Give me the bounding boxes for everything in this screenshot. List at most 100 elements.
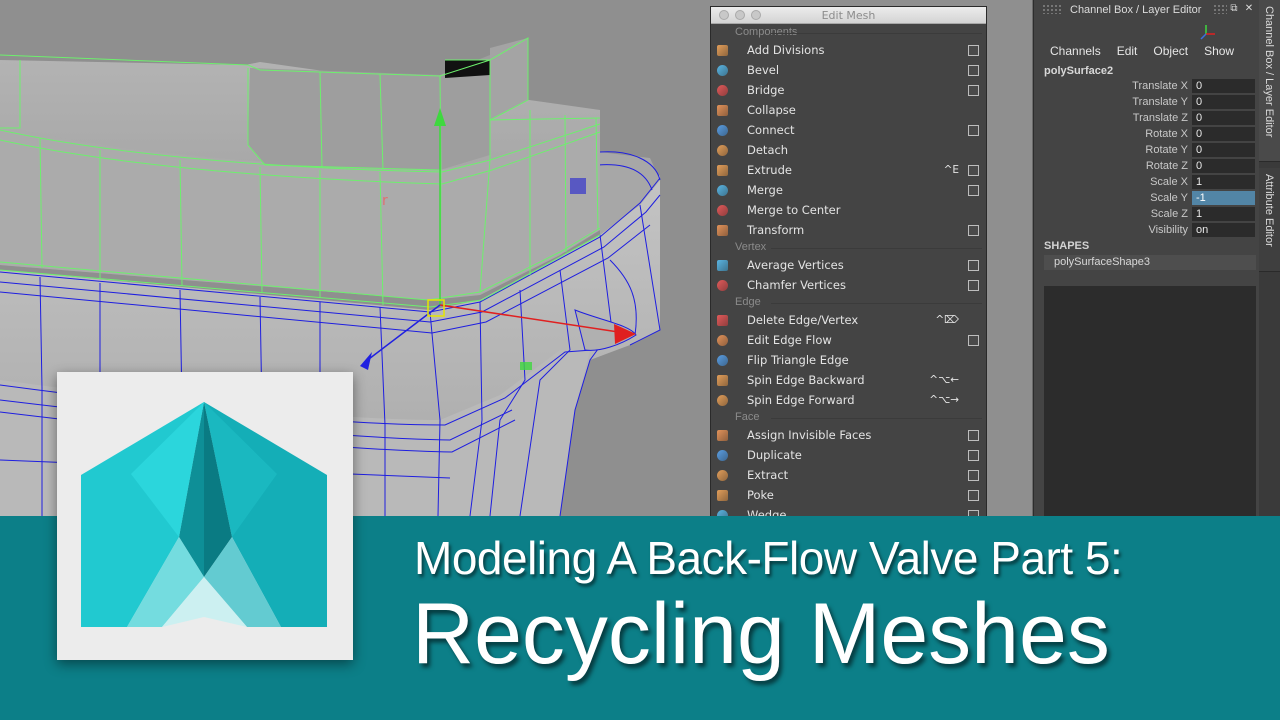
menu-item-extract[interactable]: Extract [711,465,986,485]
edit-mesh-titlebar[interactable]: Edit Mesh [711,7,986,24]
attribute-label: Translate Z [1132,112,1188,124]
menu-item-bridge[interactable]: Bridge [711,80,986,100]
layer-editor-area[interactable] [1044,286,1256,518]
float-panel-icon[interactable]: ⧉ [1228,3,1240,15]
attribute-row-rotate-y[interactable]: Rotate Y 0 [1034,143,1256,158]
menu-item-add-divisions[interactable]: Add Divisions [711,40,986,60]
menu-item-poke[interactable]: Poke [711,485,986,505]
add-divisions-icon [717,45,728,56]
attribute-label: Translate X [1132,80,1188,92]
menu-item-extrude[interactable]: Extrude ^E [711,160,986,180]
menu-item-merge[interactable]: Merge [711,180,986,200]
menu-item-connect[interactable]: Connect [711,120,986,140]
menu-show[interactable]: Show [1204,44,1234,58]
menu-item-label: Collapse [747,103,796,117]
option-box[interactable] [968,185,979,196]
attribute-value-field[interactable]: -1 [1192,191,1255,205]
menu-item-label: Poke [747,488,774,502]
menu-item-label: Average Vertices [747,258,844,272]
menu-item-label: Merge [747,183,783,197]
section-header: Components [711,25,986,40]
attribute-label: Rotate Y [1145,144,1188,156]
menu-item-edit-edge-flow[interactable]: Edit Edge Flow [711,330,986,350]
menu-item-spin-edge-forward[interactable]: Spin Edge Forward ^⌥→ [711,390,986,410]
svg-text:r: r [382,193,388,209]
menu-item-delete-edge-vertex[interactable]: Delete Edge/Vertex ^⌦ [711,310,986,330]
attribute-row-scale-y[interactable]: Scale Y -1 [1034,191,1256,206]
menu-item-label: Detach [747,143,789,157]
option-box[interactable] [968,430,979,441]
attribute-row-rotate-z[interactable]: Rotate Z 0 [1034,159,1256,174]
panel-grip-handle-right[interactable] [1213,4,1227,14]
attribute-value-field[interactable]: 0 [1192,95,1255,109]
attribute-value-field[interactable]: 0 [1192,111,1255,125]
menu-item-spin-edge-backward[interactable]: Spin Edge Backward ^⌥← [711,370,986,390]
transform-icon [717,225,728,236]
menu-item-detach[interactable]: Detach [711,140,986,160]
attribute-row-scale-z[interactable]: Scale Z 1 [1034,207,1256,222]
object-name[interactable]: polySurface2 [1044,65,1113,77]
option-box[interactable] [968,470,979,481]
tab-attribute-editor[interactable]: Attribute Editor [1259,168,1280,272]
attribute-row-visibility[interactable]: Visibility on [1034,223,1256,238]
menu-item-label: Chamfer Vertices [747,278,846,292]
menu-item-bevel[interactable]: Bevel [711,60,986,80]
menu-channels[interactable]: Channels [1050,44,1101,58]
option-box[interactable] [968,65,979,76]
tab-channel-box-label: Channel Box / Layer Editor [1263,6,1275,138]
attribute-value-field[interactable]: 0 [1192,143,1255,157]
option-box[interactable] [968,450,979,461]
attribute-row-translate-x[interactable]: Translate X 0 [1034,79,1256,94]
menu-item-chamfer-vertices[interactable]: Chamfer Vertices [711,275,986,295]
side-tab-bar: Channel Box / Layer Editor Attribute Edi… [1259,0,1280,516]
attribute-value-field[interactable]: 1 [1192,207,1255,221]
shape-name[interactable]: polySurfaceShape3 [1044,255,1256,270]
selected-mesh [0,37,601,308]
attribute-row-scale-x[interactable]: Scale X 1 [1034,175,1256,190]
delete-edge-vertex-icon [717,315,728,326]
banner-subtitle: Recycling Meshes [412,586,1110,682]
menu-item-merge-to-center[interactable]: Merge to Center [711,200,986,220]
option-box[interactable] [968,490,979,501]
option-box[interactable] [968,225,979,236]
menu-item-flip-triangle-edge[interactable]: Flip Triangle Edge [711,350,986,370]
option-box[interactable] [968,280,979,291]
menu-item-average-vertices[interactable]: Average Vertices [711,255,986,275]
menu-item-duplicate[interactable]: Duplicate [711,445,986,465]
connect-icon [717,125,728,136]
menu-item-collapse[interactable]: Collapse [711,100,986,120]
attribute-value-field[interactable]: 1 [1192,175,1255,189]
menu-object[interactable]: Object [1153,44,1188,58]
section-header: Vertex [711,240,986,255]
tab-channel-box-layer-editor[interactable]: Channel Box / Layer Editor [1259,0,1280,162]
attribute-row-translate-y[interactable]: Translate Y 0 [1034,95,1256,110]
close-icon[interactable]: ✕ [1243,3,1255,15]
merge-to-center-icon [717,205,728,216]
shortcut-label: ^⌦ [935,314,959,326]
axis-orientation-icon[interactable] [1200,22,1222,42]
attribute-value-field[interactable]: 0 [1192,79,1255,93]
attribute-value-field[interactable]: 0 [1192,159,1255,173]
attribute-row-rotate-x[interactable]: Rotate X 0 [1034,127,1256,142]
menu-item-assign-invisible-faces[interactable]: Assign Invisible Faces [711,425,986,445]
option-box[interactable] [968,260,979,271]
option-box[interactable] [968,335,979,346]
attribute-row-translate-z[interactable]: Translate Z 0 [1034,111,1256,126]
option-box[interactable] [968,45,979,56]
attribute-label: Rotate X [1145,128,1188,140]
attribute-label: Scale Y [1150,192,1188,204]
option-box[interactable] [968,165,979,176]
channel-box-title: Channel Box / Layer Editor [1070,4,1202,16]
menu-edit[interactable]: Edit [1117,44,1138,58]
spin-edge-backward-icon [717,375,728,386]
edit-mesh-panel: Edit Mesh Components Add Divisions Bevel Br… [710,6,987,518]
option-box[interactable] [968,125,979,136]
edit-mesh-menu-list: Components Add Divisions Bevel Bridge Collap… [711,24,986,517]
menu-item-transform[interactable]: Transform [711,220,986,240]
attribute-value-field[interactable]: on [1192,223,1255,237]
menu-item-label: Transform [747,223,805,237]
attribute-value-field[interactable]: 0 [1192,127,1255,141]
option-box[interactable] [968,85,979,96]
panel-grip-handle[interactable] [1042,4,1062,14]
shapes-label: SHAPES [1044,240,1090,252]
